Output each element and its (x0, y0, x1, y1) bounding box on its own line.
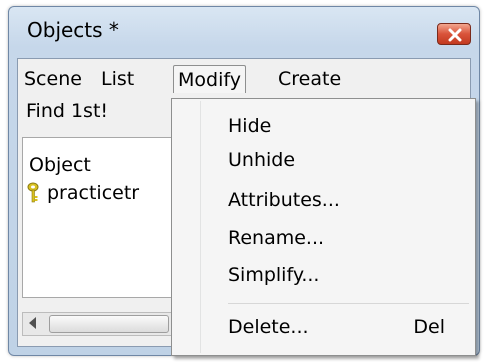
modify-menu-dropdown: Hide Unhide Attributes... Rename... Simp… (171, 98, 476, 356)
key-icon (27, 182, 39, 203)
menu-item-simplify[interactable]: Simplify... (228, 260, 319, 290)
window-title: Objects * (27, 18, 119, 42)
list-item[interactable]: practicetr (25, 182, 139, 204)
menu-list[interactable]: List (97, 65, 138, 93)
menu-separator (228, 303, 469, 304)
menu-item-rename[interactable]: Rename... (228, 223, 324, 253)
menu-create[interactable]: Create (274, 65, 345, 93)
find-first-button[interactable]: Find 1st! (22, 96, 112, 126)
horizontal-scrollbar[interactable] (22, 312, 182, 336)
close-button[interactable] (437, 23, 471, 45)
menu-item-delete[interactable]: Delete... (228, 312, 309, 342)
menu-bar: Scene List Modify Create (18, 59, 470, 95)
menu-item-attributes[interactable]: Attributes... (228, 185, 340, 215)
menu-item-hide[interactable]: Hide (228, 111, 271, 141)
menu-modify[interactable]: Modify (173, 65, 246, 93)
menu-scene[interactable]: Scene (20, 65, 86, 93)
menu-gutter (200, 101, 201, 353)
menu-item-delete-shortcut: Del (413, 316, 445, 338)
close-icon (448, 28, 462, 42)
title-bar[interactable]: Objects * (9, 7, 479, 57)
list-item-label: practicetr (47, 182, 140, 204)
scrollbar-thumb[interactable] (49, 315, 169, 333)
menu-item-unhide[interactable]: Unhide (228, 145, 295, 175)
scroll-left-arrow-icon[interactable] (29, 317, 36, 329)
column-header-object[interactable]: Object (29, 154, 91, 176)
